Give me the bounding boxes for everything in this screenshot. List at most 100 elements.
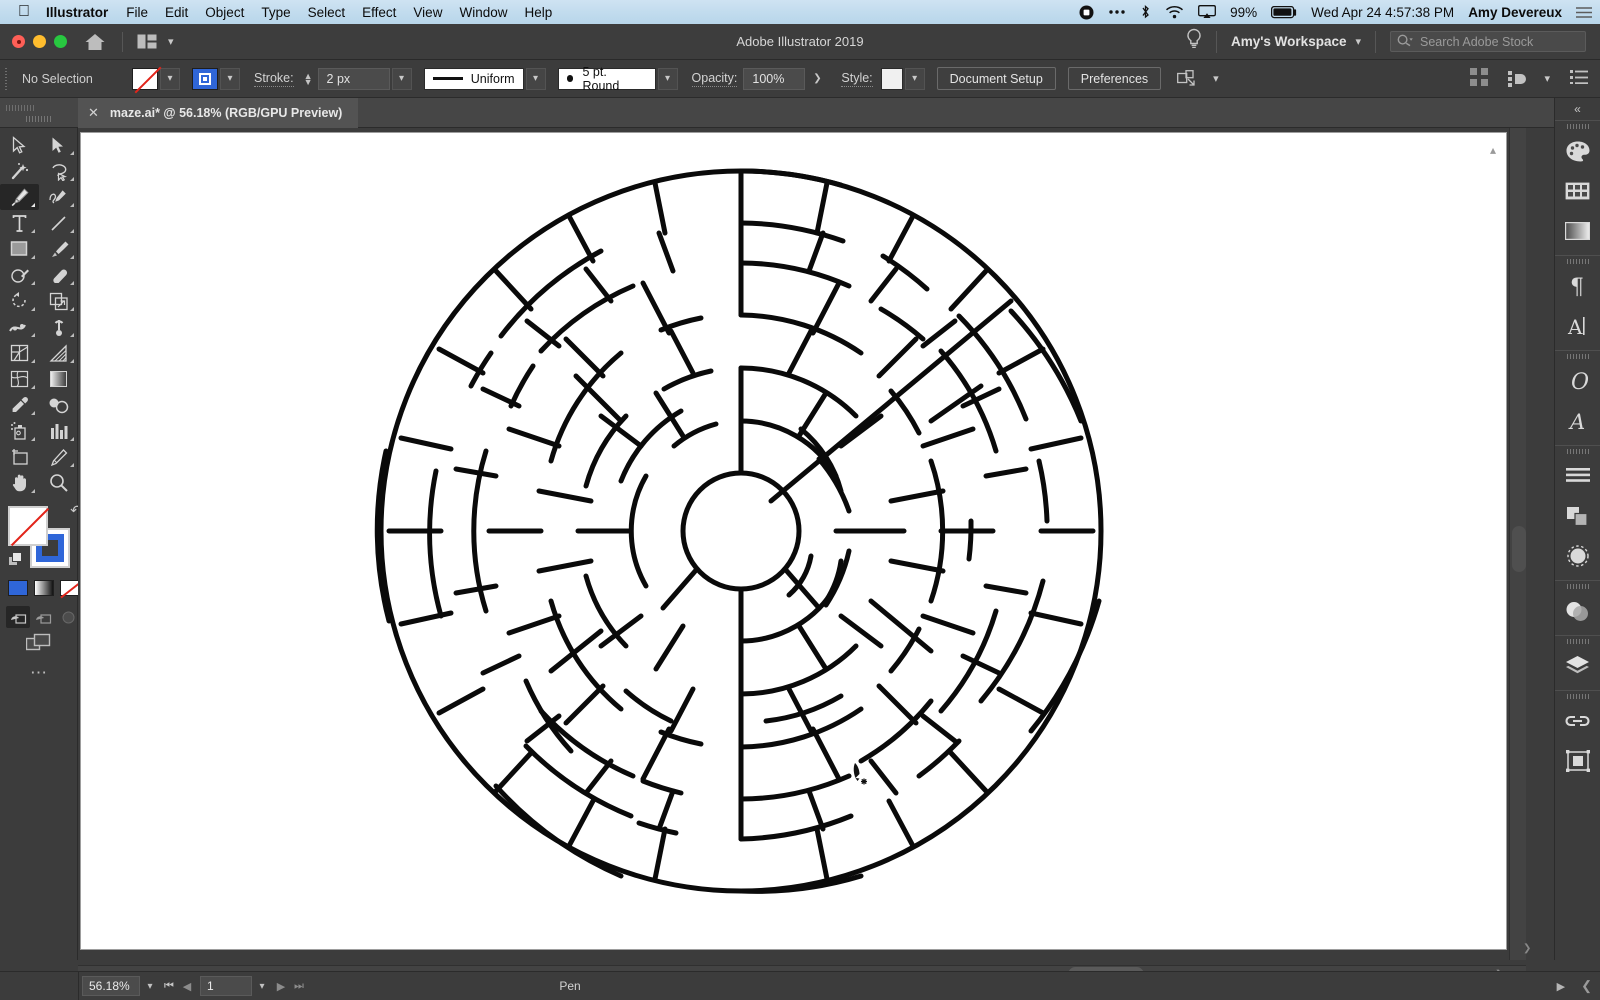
distribute-icon[interactable]: ▾ [1508, 70, 1550, 88]
scroll-right-icon[interactable]: ❯ [1523, 943, 1531, 954]
canvas-area[interactable]: ▴ ❯ [78, 128, 1531, 960]
default-fill-stroke-icon[interactable] [8, 552, 23, 567]
magic-wand-tool[interactable] [0, 158, 39, 184]
links-panel-icon[interactable] [1555, 701, 1600, 741]
panel-group-grip[interactable] [1555, 581, 1600, 591]
eyedropper-tool[interactable] [0, 392, 39, 418]
opacity-value[interactable]: 100% [743, 67, 806, 90]
menu-view[interactable]: View [413, 5, 442, 20]
stroke-chevron-down-icon[interactable]: ▾ [220, 67, 240, 90]
rotate-tool[interactable] [0, 288, 39, 314]
transform-chevron-down-icon[interactable]: ▾ [1213, 72, 1219, 85]
character-styles-panel-icon[interactable]: A [1555, 401, 1600, 441]
control-bar-grip[interactable] [4, 67, 10, 90]
brush-chevron-down-icon[interactable]: ▾ [657, 67, 678, 90]
edit-toolbar-icon[interactable]: ⋯ [30, 663, 49, 683]
direct-selection-tool[interactable] [39, 132, 78, 158]
brush-definition-field[interactable]: 5 pt. Round [557, 65, 656, 93]
menu-edit[interactable]: Edit [165, 5, 188, 20]
zoom-tool[interactable] [39, 470, 78, 496]
full-screen-mode-icon[interactable] [56, 606, 80, 628]
line-segment-tool[interactable] [39, 210, 78, 236]
hand-tool[interactable] [0, 470, 39, 496]
collapse-panel-arrow-icon[interactable]: ▴ [1490, 143, 1496, 157]
glyphs-panel-icon[interactable]: O [1555, 361, 1600, 401]
transparency-panel-icon[interactable] [1555, 591, 1600, 631]
pathfinder-panel-icon[interactable] [1555, 496, 1600, 536]
artboard-tool[interactable] [0, 444, 39, 470]
artboard-chevron-down-icon[interactable]: ▾ [252, 976, 272, 996]
adobe-stock-search-input[interactable]: Search Adobe Stock [1390, 31, 1586, 52]
curvature-tool[interactable] [39, 184, 78, 210]
swatches-panel-icon[interactable] [1555, 171, 1600, 211]
circular-maze-artwork[interactable] [371, 161, 1111, 901]
stroke-weight-chevron-down-icon[interactable]: ▾ [391, 67, 412, 90]
free-transform-tool[interactable] [39, 314, 78, 340]
menu-window[interactable]: Window [459, 5, 507, 20]
distribute-chevron-down-icon[interactable]: ▾ [1544, 72, 1550, 85]
battery-icon[interactable] [1271, 5, 1297, 19]
panel-group-grip[interactable] [1555, 121, 1600, 131]
zoom-chevron-down-icon[interactable]: ▾ [140, 976, 160, 996]
apple-icon[interactable]:  [18, 4, 30, 20]
menu-select[interactable]: Select [308, 5, 346, 20]
width-tool[interactable] [0, 314, 39, 340]
last-artboard-icon[interactable]: ⏭ [290, 980, 308, 993]
fill-color-swatch[interactable] [132, 66, 162, 93]
record-icon[interactable] [1079, 5, 1094, 20]
symbol-sprayer-tool[interactable] [0, 418, 39, 444]
control-center-icon[interactable] [1576, 6, 1592, 19]
lightbulb-icon[interactable] [1186, 28, 1202, 55]
tab-bar-grip[interactable] [6, 105, 34, 111]
status-menu-icon[interactable]: ▶ [1557, 980, 1565, 993]
shaper-tool[interactable] [0, 262, 39, 288]
paintbrush-tool[interactable] [39, 236, 78, 262]
selection-tool[interactable] [0, 132, 39, 158]
artboard[interactable]: ▴ [80, 132, 1507, 950]
document-setup-button[interactable]: Document Setup [936, 67, 1056, 90]
opacity-chevron-right-icon[interactable]: ❯ [807, 68, 827, 90]
chevron-down-icon[interactable]: ▾ [1355, 35, 1361, 48]
stroke-color-swatch[interactable] [192, 67, 218, 90]
arrange-documents-icon[interactable]: ▾ [137, 34, 174, 49]
panel-group-grip[interactable] [1555, 351, 1600, 361]
normal-screen-mode-icon[interactable] [6, 606, 30, 628]
panel-group-grip[interactable] [1555, 691, 1600, 701]
wifi-icon[interactable] [1165, 5, 1184, 19]
panel-group-grip[interactable] [1555, 256, 1600, 266]
workspace-switcher[interactable]: Amy's Workspace [1231, 34, 1347, 49]
next-artboard-icon[interactable]: ▶ [272, 980, 290, 993]
align-panel-icon[interactable] [1555, 456, 1600, 496]
first-artboard-icon[interactable]: ⏮ [160, 980, 178, 993]
resize-grip-icon[interactable]: ❮ [1581, 978, 1592, 994]
menu-file[interactable]: File [126, 5, 148, 20]
vertical-scrollbar[interactable]: ❯ [1509, 128, 1531, 960]
eraser-tool[interactable] [39, 262, 78, 288]
collapse-panels-icon[interactable]: « [1555, 98, 1600, 120]
ellipsis-icon[interactable] [1108, 5, 1126, 19]
type-tool[interactable] [0, 210, 39, 236]
style-chevron-down-icon[interactable]: ▾ [904, 67, 925, 90]
blend-tool[interactable] [39, 392, 78, 418]
full-screen-menubar-mode-icon[interactable] [31, 606, 55, 628]
perspective-grid-tool[interactable] [39, 340, 78, 366]
transform-panel-icon[interactable] [1555, 536, 1600, 576]
home-icon[interactable] [84, 32, 106, 52]
gradient-swatch-button[interactable] [34, 580, 54, 596]
artboards-panel-icon[interactable] [1555, 741, 1600, 781]
shape-builder-tool[interactable] [0, 340, 39, 366]
menu-type[interactable]: Type [261, 5, 290, 20]
paragraph-panel-icon[interactable]: ¶ [1555, 266, 1600, 306]
column-graph-tool[interactable] [39, 418, 78, 444]
none-swatch-button[interactable] [60, 580, 80, 596]
artboard-number-field[interactable]: 1 [200, 976, 252, 996]
document-tab-maze[interactable]: ✕ maze.ai* @ 56.18% (RGB/GPU Preview) [78, 98, 359, 128]
gradient-tool[interactable] [39, 366, 78, 392]
menu-object[interactable]: Object [205, 5, 244, 20]
slice-tool[interactable] [39, 444, 78, 470]
previous-artboard-icon[interactable]: ◀ [178, 980, 196, 993]
menu-illustrator[interactable]: Illustrator [46, 5, 108, 20]
menu-effect[interactable]: Effect [362, 5, 396, 20]
transform-icon[interactable]: ▾ [1177, 70, 1219, 87]
mesh-tool[interactable] [0, 366, 39, 392]
